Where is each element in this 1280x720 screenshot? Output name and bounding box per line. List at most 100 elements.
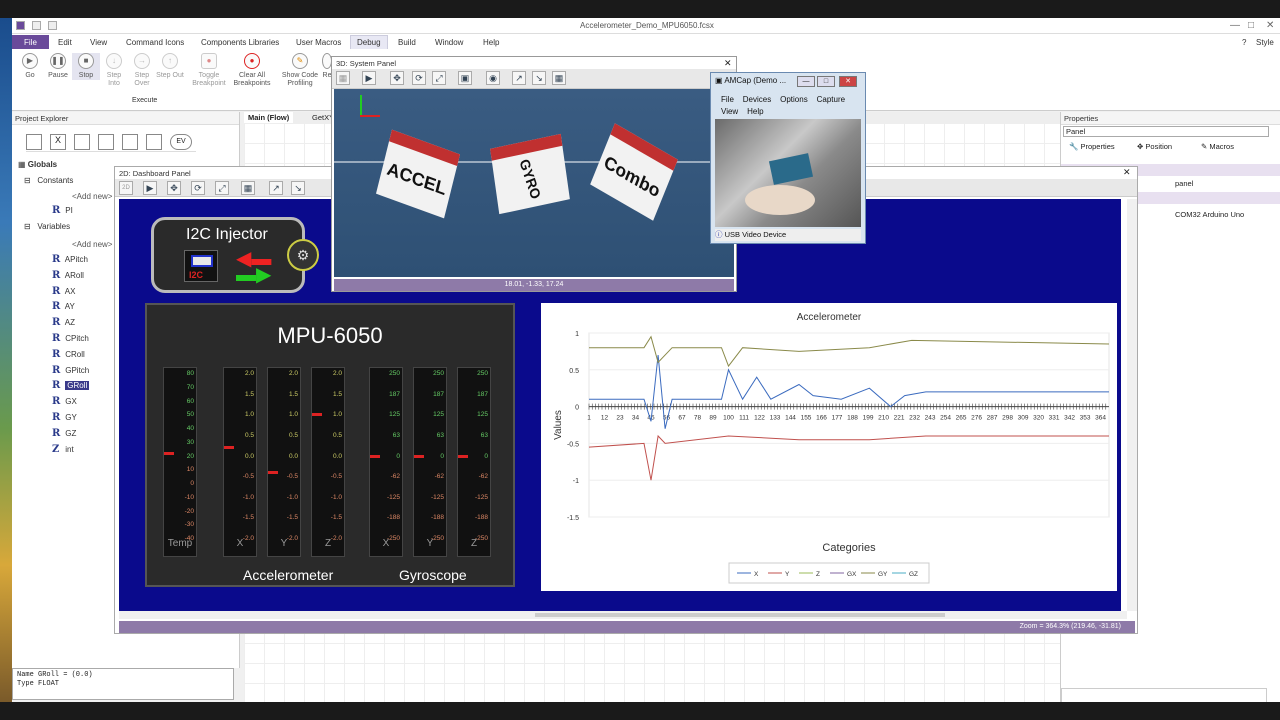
- scrollbar-thumb[interactable]: [535, 613, 945, 617]
- tree-item-pi[interactable]: R PI: [52, 205, 73, 216]
- rotate-icon[interactable]: ⟳: [191, 181, 205, 195]
- add-new-variable[interactable]: <Add new>: [72, 240, 112, 249]
- amcap-menu-view[interactable]: View: [721, 107, 738, 116]
- move-icon[interactable]: ✥: [390, 71, 404, 85]
- 3d-scene[interactable]: ACCEL GYRO Combo: [334, 89, 734, 277]
- ev-icon[interactable]: EV: [170, 134, 192, 150]
- close-icon[interactable]: ✕: [1266, 20, 1274, 31]
- tree-constants[interactable]: ⊟ Constants: [24, 176, 73, 185]
- tree-globals[interactable]: ▦ Globals: [18, 160, 57, 169]
- horizontal-scrollbar[interactable]: [119, 611, 1127, 619]
- amcap-menu-devices[interactable]: Devices: [743, 95, 771, 104]
- brush-icon[interactable]: ↘: [291, 181, 305, 195]
- tree-item-gpitch[interactable]: R GPitch: [52, 365, 89, 376]
- amcap-menu-file[interactable]: File: [721, 95, 734, 104]
- component-icon[interactable]: ▦: [552, 71, 566, 85]
- tab-main-flow[interactable]: Main (Flow): [244, 112, 294, 123]
- tree-item-gx[interactable]: R GX: [52, 396, 77, 407]
- connect-icon[interactable]: [122, 134, 138, 150]
- menu-build[interactable]: Build: [398, 38, 416, 47]
- menu-command-icons[interactable]: Command Icons: [126, 38, 184, 47]
- wand-icon[interactable]: ↗: [512, 71, 526, 85]
- panel-icon[interactable]: [146, 134, 162, 150]
- amcap-minimize-icon[interactable]: —: [797, 76, 815, 87]
- undo-icon[interactable]: [48, 21, 57, 30]
- menu-window[interactable]: Window: [435, 38, 463, 47]
- menu-components-libraries[interactable]: Components Libraries: [201, 38, 279, 47]
- tree-item-groll[interactable]: R GRoll: [52, 380, 90, 391]
- help-icon[interactable]: ?: [1242, 38, 1246, 47]
- tree-item-aroll[interactable]: R ARoll: [52, 270, 84, 281]
- add-new-constant[interactable]: <Add new>: [72, 192, 112, 201]
- maximize-icon[interactable]: □: [1248, 20, 1254, 31]
- tree-item-gz[interactable]: R GZ: [52, 428, 76, 439]
- menu-help[interactable]: Help: [483, 38, 499, 47]
- step-over-button[interactable]: → Step Over: [128, 53, 156, 88]
- pointer-icon[interactable]: ▶: [362, 71, 376, 85]
- go-button[interactable]: ▶ Go: [16, 53, 44, 80]
- x-view-icon[interactable]: X: [50, 134, 66, 150]
- zoom-fit-icon[interactable]: ⤢: [215, 181, 229, 195]
- amcap-close-icon[interactable]: ✕: [839, 76, 857, 87]
- show-code-profiling-button[interactable]: ✎ Show Code Profiling: [278, 53, 322, 88]
- tree-item-az[interactable]: R AZ: [52, 317, 75, 328]
- stop-button[interactable]: ■ Stop: [72, 53, 100, 80]
- properties-tab[interactable]: 🔧 Properties: [1069, 142, 1115, 151]
- eye-icon[interactable]: ◉: [486, 71, 500, 85]
- tree-item-croll[interactable]: R CRoll: [52, 349, 85, 360]
- amcap-menu-options[interactable]: Options: [780, 95, 808, 104]
- style-menu[interactable]: Style: [1256, 38, 1274, 47]
- cube-combo[interactable]: Combo: [590, 123, 678, 221]
- gauge-tick-label: 2.0: [288, 370, 298, 377]
- list-view-icon[interactable]: [74, 134, 90, 150]
- gauge-caption: Z: [324, 538, 332, 549]
- clear-breakpoints-button[interactable]: ● Clear All Breakpoints: [230, 53, 274, 88]
- 2d-toggle[interactable]: 2D: [119, 181, 133, 195]
- dashboard-close-icon[interactable]: ✕: [1123, 167, 1131, 178]
- minimize-icon[interactable]: —: [1230, 20, 1240, 31]
- amcap-maximize-icon[interactable]: □: [817, 76, 835, 87]
- cube-gyro[interactable]: GYRO: [490, 133, 570, 215]
- window-title: Accelerometer_Demo_MPU6050.fcsx: [580, 21, 714, 30]
- menu-user-macros[interactable]: User Macros: [296, 38, 341, 47]
- gear-icon[interactable]: ⚙: [287, 239, 319, 271]
- tree-item-ay[interactable]: R AY: [52, 301, 75, 312]
- property-value-com[interactable]: COM32 Arduino Uno: [1175, 210, 1244, 219]
- grid-view-icon[interactable]: [26, 134, 42, 150]
- tree-variables[interactable]: ⊟ Variables: [24, 222, 70, 231]
- component-icon[interactable]: ▦: [241, 181, 255, 195]
- amcap-menu-capture[interactable]: Capture: [817, 95, 845, 104]
- rotate-icon[interactable]: ⟳: [412, 71, 426, 85]
- tree-item-cpitch[interactable]: R CPitch: [52, 333, 89, 344]
- menu-view[interactable]: View: [90, 38, 107, 47]
- panel3d-close-icon[interactable]: ✕: [724, 58, 732, 69]
- cube-accel[interactable]: ACCEL: [376, 129, 460, 219]
- i2c-injector[interactable]: I2C Injector I2C ◀▬ ▬▶: [151, 217, 305, 293]
- position-tab[interactable]: ✥ Position: [1137, 142, 1172, 151]
- zoom-fit-icon[interactable]: ⤢: [432, 71, 446, 85]
- camera-icon[interactable]: ▣: [458, 71, 472, 85]
- property-value-panel[interactable]: panel: [1175, 179, 1193, 188]
- brush-icon[interactable]: ↘: [532, 71, 546, 85]
- move-icon[interactable]: ✥: [167, 181, 181, 195]
- menu-edit[interactable]: Edit: [58, 38, 72, 47]
- menu-debug[interactable]: Debug: [350, 35, 388, 50]
- save-icon[interactable]: [32, 21, 41, 30]
- tree-item-ax[interactable]: R AX: [52, 286, 75, 297]
- step-into-button[interactable]: ↓ Step Into: [100, 53, 128, 88]
- pointer-icon[interactable]: ▶: [143, 181, 157, 195]
- pause-button[interactable]: ❚❚ Pause: [44, 53, 72, 80]
- step-out-button[interactable]: ↑ Step Out: [156, 53, 184, 80]
- tree-item-int[interactable]: Z int: [52, 444, 74, 455]
- wand-icon[interactable]: ↗: [269, 181, 283, 195]
- tree-item-apitch[interactable]: R APitch: [52, 254, 88, 265]
- vertical-scrollbar[interactable]: [1127, 199, 1137, 611]
- 3d-toggle-icon[interactable]: ▦: [336, 71, 350, 85]
- macros-tab[interactable]: ✎ Macros: [1201, 142, 1234, 151]
- component-icon[interactable]: [98, 134, 114, 150]
- menu-file[interactable]: File: [12, 35, 49, 50]
- properties-search-input[interactable]: Panel: [1063, 126, 1269, 137]
- toggle-breakpoint-button[interactable]: ● Toggle Breakpoint: [190, 53, 228, 88]
- tree-item-gy[interactable]: R GY: [52, 412, 77, 423]
- amcap-menu-help[interactable]: Help: [747, 107, 763, 116]
